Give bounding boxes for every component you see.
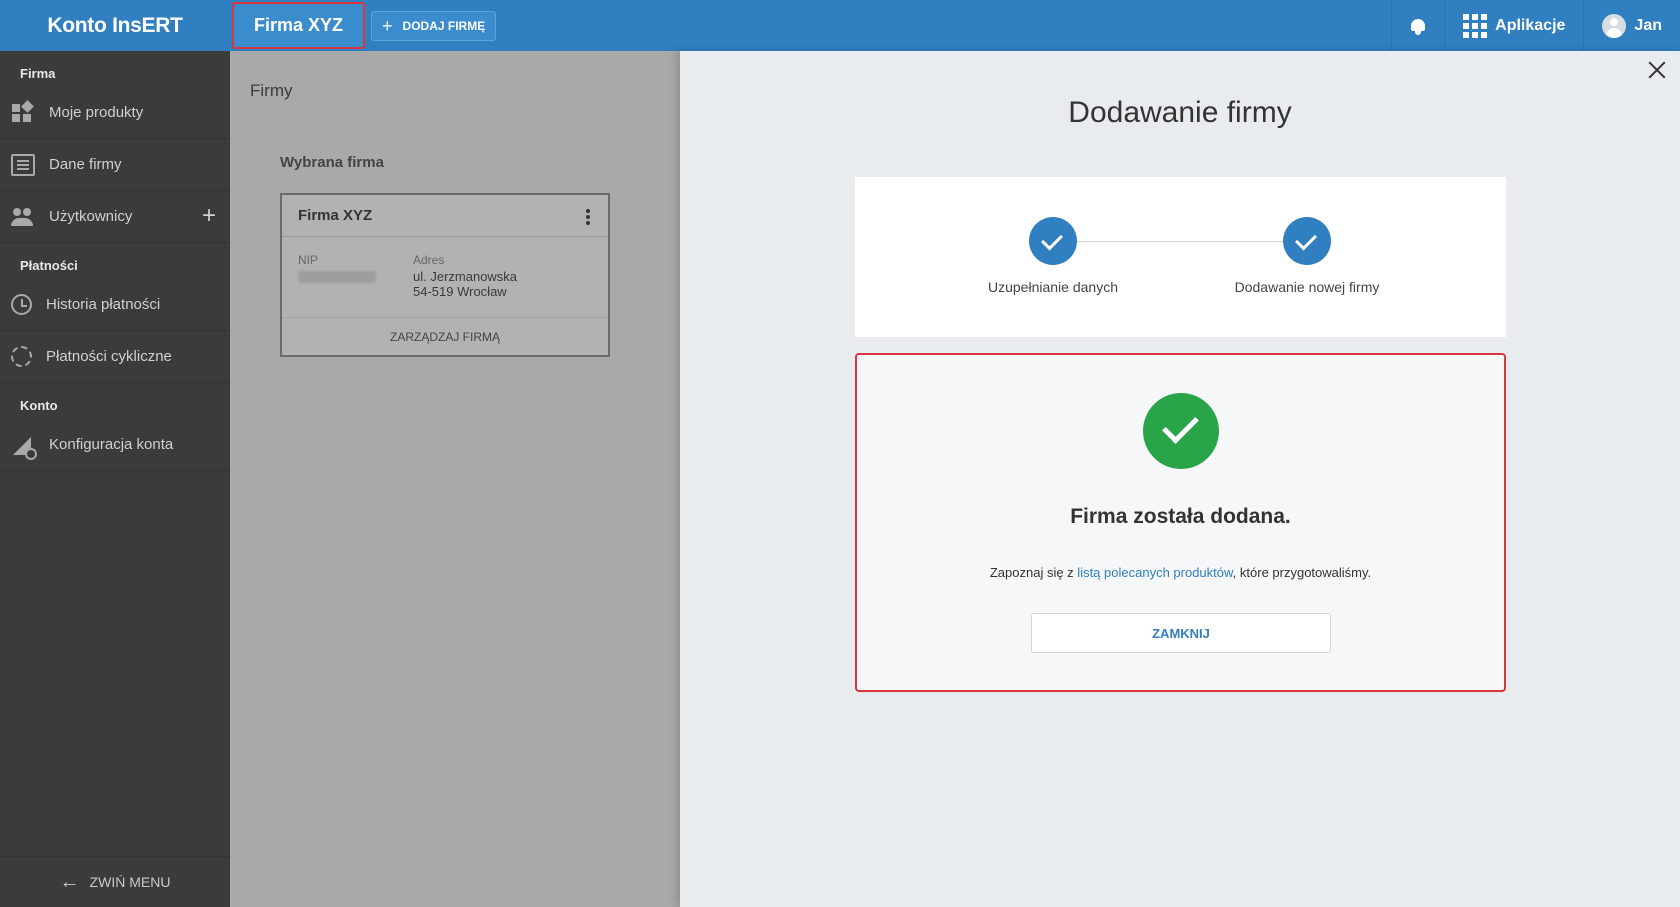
add-firm-button[interactable]: + DODAJ FIRMĘ [371,10,497,41]
section-title-firma: Firma [20,66,56,81]
brand-logo[interactable]: Konto InsERT [0,0,230,51]
sidebar: Firma Moje produkty Dane firmy Użytkowni… [0,51,230,907]
document-icon [11,153,35,176]
firms-page: Firmy Wybrana firma Firma XYZ NIP Adres … [230,51,680,907]
sidebar-item-label: Moje produkty [49,104,144,121]
close-button[interactable]: ZAMKNIJ [1031,613,1331,653]
success-title: Firma została dodana. [1070,505,1291,528]
add-firm-label: DODAJ FIRMĘ [402,18,486,33]
address-line1: ul. Jerzmanowska [413,269,518,284]
user-menu-button[interactable]: Jan [1583,0,1680,51]
collapse-menu-button[interactable]: ← ZWIŃ MENU [0,856,230,907]
sidebar-item-label: Płatności cykliczne [46,348,172,365]
close-icon[interactable] [1646,59,1668,81]
sidebar-item-my-products[interactable]: Moje produkty [0,87,230,139]
plus-icon: + [382,15,393,36]
top-right-menu: Aplikacje Jan [1391,0,1680,51]
notifications-button[interactable] [1391,0,1444,51]
success-message: Zapoznaj się z listą polecanych produktó… [857,565,1504,580]
sidebar-item-account-config[interactable]: Konfiguracja konta [0,419,230,471]
sidebar-item-label: Konfiguracja konta [49,436,174,453]
add-firm-panel: Dodawanie firmy Uzupełnianie danych Doda… [680,51,1680,907]
manage-firm-button[interactable]: ZARZĄDZAJ FIRMĄ [282,317,608,355]
sidebar-item-users[interactable]: Użytkownicy + [0,191,230,243]
user-name: Jan [1634,16,1662,34]
nip-label: NIP [298,253,319,267]
bell-icon [1410,17,1426,35]
sidebar-item-label: Historia płatności [46,296,161,313]
check-icon [1283,217,1331,265]
top-bar: Konto InsERT Firma XYZ + DODAJ FIRMĘ Apl… [0,0,1680,51]
nip-value-blurred [298,271,376,283]
avatar-icon [1602,13,1627,38]
apps-button[interactable]: Aplikacje [1444,0,1583,51]
check-icon [1029,217,1077,265]
section-title-account: Konto [20,398,58,413]
users-icon [11,206,35,228]
section-title-payments: Płatności [20,258,78,273]
message-suffix: , które przygotowaliśmy. [1232,565,1372,580]
sidebar-item-payment-history[interactable]: Historia płatności [0,279,230,331]
sidebar-item-company-data[interactable]: Dane firmy [0,139,230,191]
panel-title: Dodawanie firmy [1068,96,1292,129]
step-2: Dodawanie nowej firmy [1207,217,1407,295]
selected-firm-heading: Wybrana firma [280,154,384,171]
apps-label: Aplikacje [1495,16,1566,34]
stepper: Uzupełnianie danych Dodawanie nowej firm… [855,177,1506,337]
step-1: Uzupełnianie danych [953,217,1153,295]
page-title: Firmy [250,81,293,100]
more-options-icon[interactable] [586,209,590,225]
address-line2: 54-519 Wrocław [413,284,507,299]
apps-grid-icon [1463,13,1488,38]
active-firm-tab[interactable]: Firma XYZ [232,2,366,49]
step-label: Uzupełnianie danych [988,279,1118,295]
sidebar-item-recurring-payments[interactable]: Płatności cykliczne [0,331,230,383]
add-user-icon[interactable]: + [202,204,216,228]
recommended-products-link[interactable]: listą polecanych produktów [1077,565,1232,580]
address-label: Adres [413,253,445,267]
message-prefix: Zapoznaj się z [989,565,1078,580]
arrow-left-icon: ← [59,871,80,893]
sidebar-item-label: Dane firmy [49,156,122,173]
collapse-menu-label: ZWIŃ MENU [89,874,171,890]
success-box: Firma została dodana. Zapoznaj się z lis… [855,353,1506,692]
recurring-icon [11,346,32,367]
history-icon [11,294,32,315]
config-icon [11,434,37,460]
products-icon [11,99,35,124]
firm-card-header: Firma XYZ [282,195,608,237]
sidebar-item-label: Użytkownicy [49,208,133,225]
success-check-icon [1143,393,1219,469]
firm-card-body: NIP Adres ul. Jerzmanowska 54-519 Wrocła… [282,237,608,317]
firm-card: Firma XYZ NIP Adres ul. Jerzmanowska 54-… [280,193,610,357]
firm-card-name: Firma XYZ [298,207,373,224]
step-label: Dodawanie nowej firmy [1234,279,1380,295]
